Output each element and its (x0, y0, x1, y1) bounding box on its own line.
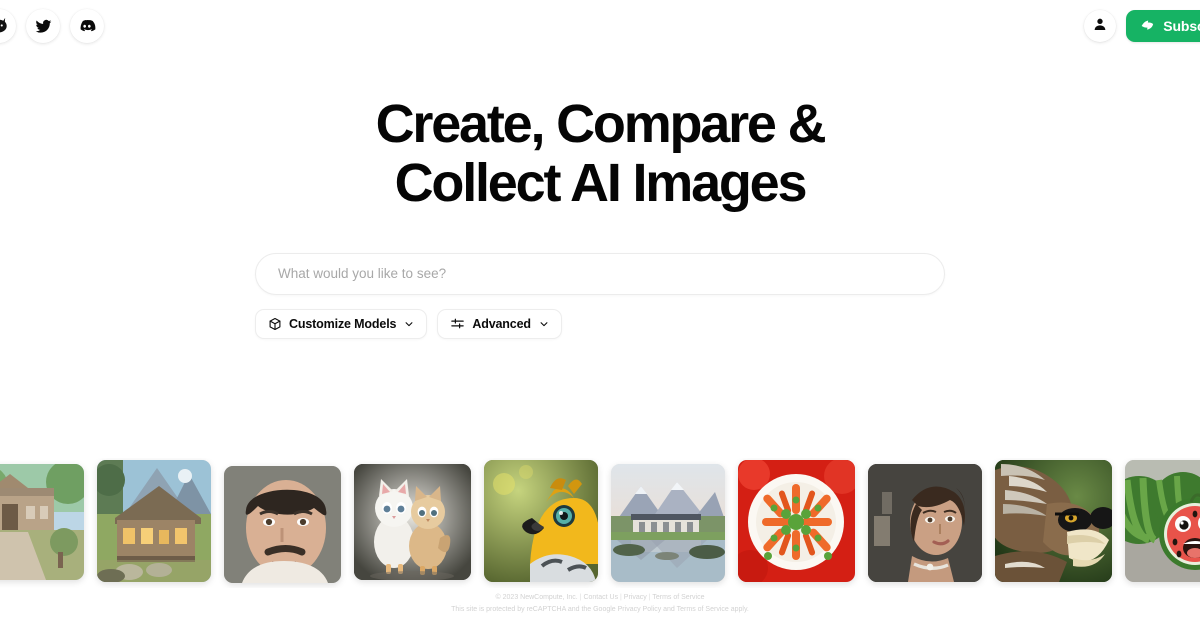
gallery-item[interactable] (484, 460, 598, 582)
hero-section: Create, Compare & Collect AI Images Cust… (0, 0, 1200, 450)
prompt-options-row: Customize Models Advanced (255, 308, 945, 339)
cat-icon (0, 15, 10, 37)
kittens-thumbnail (354, 464, 471, 580)
gallery-item[interactable] (354, 464, 471, 580)
boost-icon (1140, 18, 1156, 35)
lake-house-thumbnail (611, 464, 725, 582)
twitter-button[interactable] (26, 9, 60, 43)
headline-line-2: Collect AI Images (394, 152, 808, 213)
cabin-thumbnail (97, 460, 211, 582)
customize-models-label: Customize Models (289, 316, 397, 331)
cat-logo-button[interactable] (0, 9, 16, 43)
twitter-icon (35, 18, 52, 35)
page-footer: © 2023 NewCompute, Inc. | Contact Us | P… (0, 592, 1200, 617)
search-container (255, 252, 945, 295)
gallery-item[interactable] (0, 464, 84, 580)
discord-button[interactable] (70, 9, 104, 43)
social-links-group (0, 9, 104, 43)
watermelon-thumbnail (1125, 460, 1200, 582)
gallery-item[interactable] (868, 464, 982, 582)
eagle-glasses-thumbnail (995, 460, 1112, 582)
gallery-item[interactable] (738, 460, 855, 582)
gallery-item[interactable] (1125, 460, 1200, 582)
person-icon (1092, 16, 1108, 37)
chevron-down-icon (539, 319, 549, 329)
image-gallery-strip[interactable] (0, 458, 1200, 588)
top-bar: Subscribe (0, 0, 1200, 52)
carrots-thumbnail (738, 460, 855, 582)
page-title: Create, Compare & Collect AI Images (375, 94, 827, 213)
customize-models-button[interactable]: Customize Models (255, 308, 428, 339)
gallery-item[interactable] (995, 460, 1112, 582)
headline-line-1: Create, Compare & (375, 94, 827, 155)
cube-icon (268, 317, 282, 331)
subscribe-button[interactable]: Subscribe (1126, 10, 1200, 42)
discord-icon (78, 17, 96, 35)
search-input[interactable] (255, 252, 945, 295)
chevron-down-icon (404, 319, 414, 329)
subscribe-label: Subscribe (1163, 18, 1200, 34)
sliders-icon (450, 316, 465, 331)
woman-portrait-thumbnail (868, 464, 982, 582)
gallery-item[interactable] (224, 466, 341, 583)
footer-legal-line: © 2023 NewCompute, Inc. | Contact Us | P… (0, 592, 1200, 604)
copyright-text: © 2023 NewCompute, Inc. (495, 593, 578, 601)
recaptcha-notice: This site is protected by reCAPTCHA and … (451, 605, 749, 613)
gallery-item[interactable] (97, 460, 211, 582)
mansion-thumbnail (0, 464, 84, 580)
account-button[interactable] (1084, 10, 1117, 42)
privacy-link[interactable]: Privacy (624, 594, 647, 601)
contact-us-link[interactable]: Contact Us (583, 594, 618, 601)
yellow-bird-thumbnail (484, 460, 598, 582)
gallery-item[interactable] (611, 464, 725, 582)
man-portrait-thumbnail (224, 466, 341, 583)
account-actions-group: Subscribe (1084, 10, 1200, 42)
advanced-button[interactable]: Advanced (437, 308, 562, 339)
advanced-label: Advanced (472, 316, 531, 331)
terms-of-service-link[interactable]: Terms of Service (652, 594, 704, 601)
